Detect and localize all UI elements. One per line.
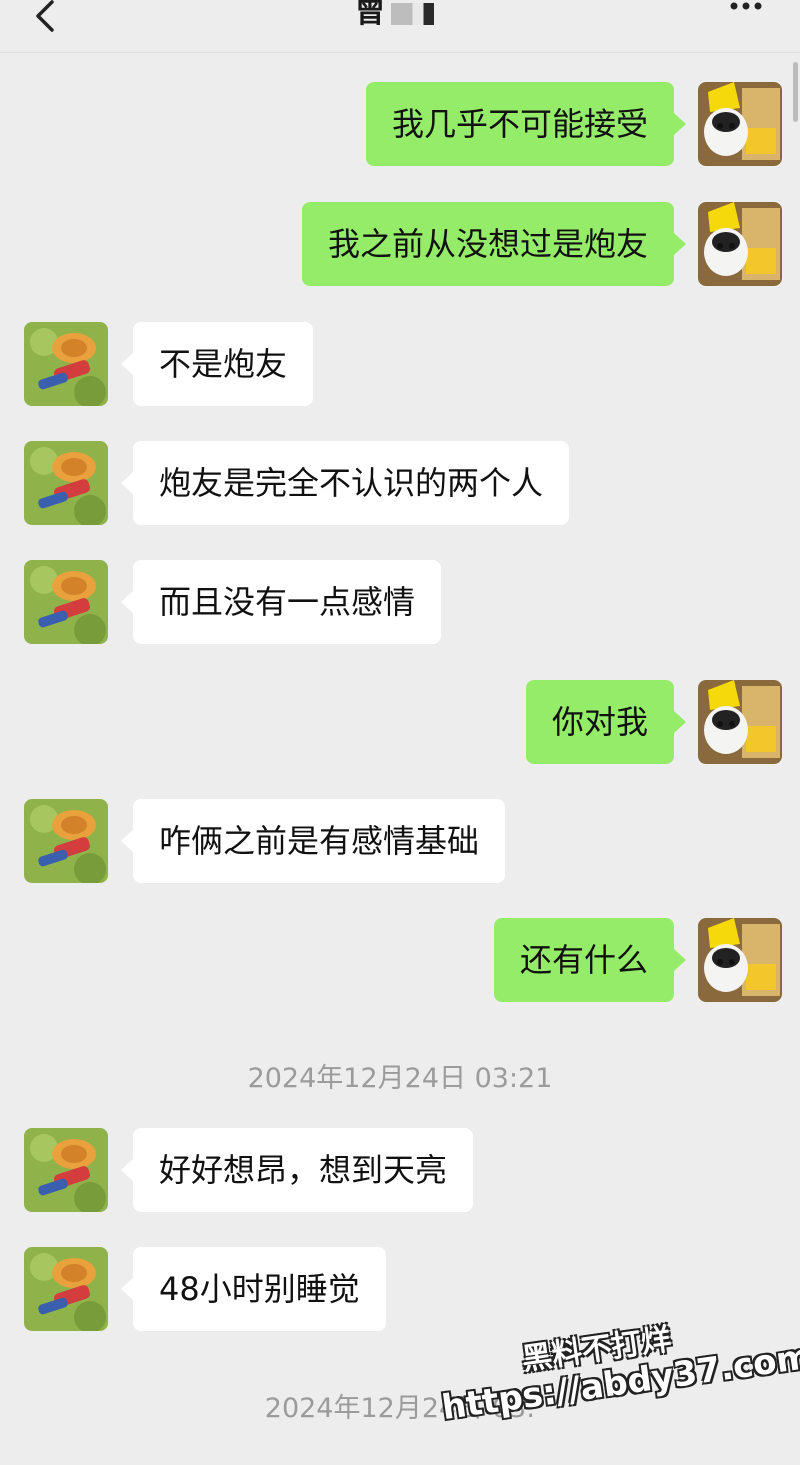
contact-avatar[interactable] bbox=[24, 560, 108, 644]
message-bubble[interactable]: 我几乎不可能接受 bbox=[365, 82, 687, 166]
watermark: 黑料不打烊 https://abdy37.com bbox=[423, 1295, 800, 1465]
chat-title: 曾 bbox=[0, 0, 800, 28]
message-bubble[interactable]: 还有什么 bbox=[493, 918, 687, 1002]
straw-hat-avatar-icon bbox=[24, 1128, 108, 1212]
message-bubble[interactable]: 炮友是完全不认识的两个人 bbox=[120, 441, 570, 525]
message-bubble[interactable]: 48小时别睡觉 bbox=[121, 1247, 386, 1331]
cat-avatar-icon bbox=[698, 202, 782, 286]
contact-avatar[interactable] bbox=[24, 1128, 108, 1212]
self-avatar[interactable] bbox=[698, 680, 782, 764]
message-bubble[interactable]: 好好想昂，想到天亮 bbox=[120, 1128, 474, 1212]
straw-hat-avatar-icon bbox=[24, 322, 108, 406]
straw-hat-avatar-icon bbox=[24, 441, 108, 525]
message-bubble[interactable]: 而且没有一点感情 bbox=[120, 560, 442, 644]
straw-hat-avatar-icon bbox=[24, 1247, 108, 1331]
redacted-name-block bbox=[391, 2, 445, 25]
self-avatar[interactable] bbox=[698, 918, 782, 1002]
scrollbar[interactable] bbox=[793, 62, 798, 122]
message-bubble[interactable]: 不是炮友 bbox=[120, 322, 314, 406]
message-bubble[interactable]: 我之前从没想过是炮友 bbox=[301, 202, 687, 286]
contact-avatar[interactable] bbox=[24, 1247, 108, 1331]
cat-avatar-icon bbox=[698, 680, 782, 764]
self-avatar[interactable] bbox=[698, 82, 782, 166]
cat-avatar-icon bbox=[698, 82, 782, 166]
message-bubble[interactable]: 你对我 bbox=[525, 680, 687, 764]
message-bubble[interactable]: 咋俩之前是有感情基础 bbox=[120, 799, 506, 883]
contact-avatar[interactable] bbox=[24, 799, 108, 883]
chat-header: 曾 bbox=[0, 0, 800, 53]
more-options-button[interactable] bbox=[728, 0, 768, 20]
contact-avatar[interactable] bbox=[24, 322, 108, 406]
contact-avatar[interactable] bbox=[24, 441, 108, 525]
straw-hat-avatar-icon bbox=[24, 799, 108, 883]
contact-name: 曾 bbox=[355, 0, 385, 30]
self-avatar[interactable] bbox=[698, 202, 782, 286]
more-horizontal-icon bbox=[730, 2, 762, 10]
cat-avatar-icon bbox=[698, 918, 782, 1002]
straw-hat-avatar-icon bbox=[24, 560, 108, 644]
timestamp: 2024年12月24日 03:21 bbox=[247, 1063, 553, 1094]
